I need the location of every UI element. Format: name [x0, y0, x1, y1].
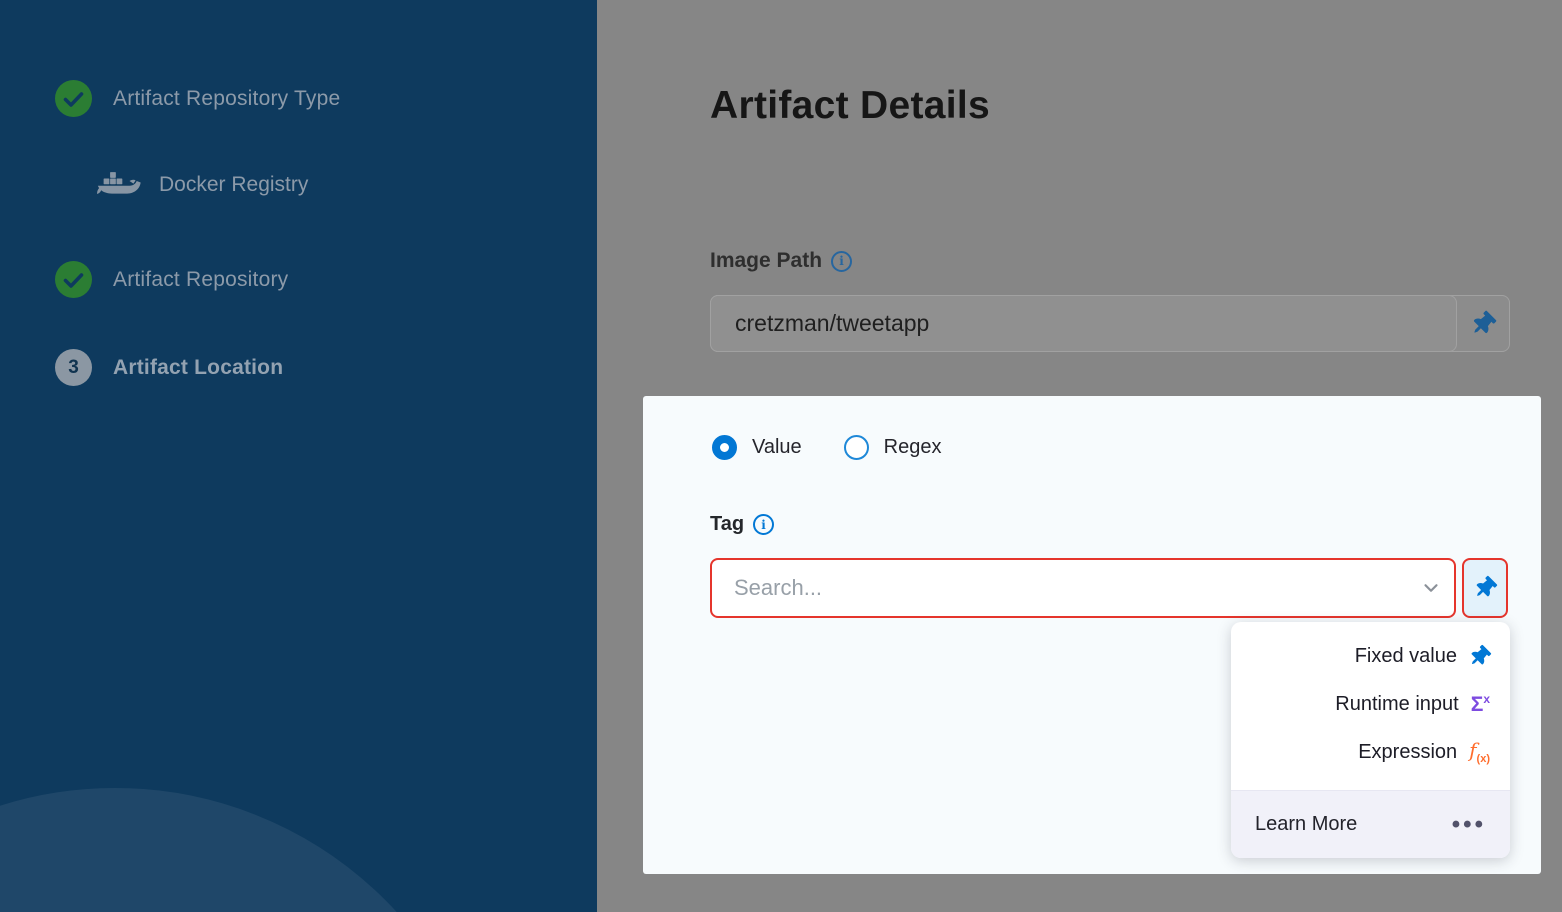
check-circle-icon	[55, 261, 92, 298]
image-path-label-row: Image Path i	[710, 249, 852, 273]
sidebar-item-docker-registry[interactable]: Docker Registry	[95, 166, 308, 204]
learn-more-link[interactable]: Learn More	[1255, 813, 1357, 836]
pin-icon	[1466, 307, 1500, 341]
step-label: Artifact Repository	[113, 268, 288, 292]
value-type-menu: Fixed value Runtime input Σx Expression …	[1231, 622, 1510, 858]
sidebar-step-artifact-repository-type[interactable]: Artifact Repository Type	[55, 80, 340, 117]
image-path-input[interactable]	[710, 295, 1457, 352]
sidebar-step-artifact-location[interactable]: 3 Artifact Location	[55, 349, 283, 386]
ellipsis-icon[interactable]: •••	[1452, 813, 1486, 837]
value-type-menu-footer: Learn More •••	[1231, 790, 1510, 858]
pin-icon	[1465, 641, 1495, 671]
menu-item-label: Expression	[1358, 741, 1457, 764]
page-title: Artifact Details	[710, 84, 990, 128]
radio-unselected-icon	[844, 435, 869, 460]
radio-label: Value	[752, 436, 802, 459]
image-path-label: Image Path	[710, 249, 822, 273]
wizard-sidebar: Artifact Repository Type Docker Registry…	[0, 0, 597, 912]
tag-select-field	[710, 558, 1456, 618]
chevron-down-icon[interactable]	[1408, 577, 1454, 599]
tag-label: Tag	[710, 513, 744, 536]
sidebar-step-artifact-repository[interactable]: Artifact Repository	[55, 261, 288, 298]
step-label: Artifact Repository Type	[113, 87, 340, 111]
menu-item-fixed-value[interactable]: Fixed value	[1231, 632, 1510, 680]
tag-label-row: Tag i	[710, 513, 774, 536]
pin-icon	[1469, 572, 1500, 603]
radio-regex[interactable]: Regex	[844, 435, 942, 460]
value-type-menu-items: Fixed value Runtime input Σx Expression …	[1231, 622, 1510, 782]
tag-search-input[interactable]	[712, 575, 1408, 601]
radio-value[interactable]: Value	[712, 435, 802, 460]
step-label: Artifact Location	[113, 356, 283, 380]
sigma-icon: Σx	[1471, 693, 1490, 715]
tag-type-button[interactable]	[1462, 558, 1508, 618]
radio-label: Regex	[884, 436, 942, 459]
radio-selected-icon	[712, 435, 737, 460]
sidebar-decorative-arc	[0, 788, 497, 912]
menu-item-runtime-input[interactable]: Runtime input Σx	[1231, 680, 1510, 728]
image-path-type-button[interactable]	[1457, 296, 1509, 351]
check-circle-icon	[55, 80, 92, 117]
fx-icon: f(x)	[1469, 740, 1490, 765]
step-number-badge: 3	[55, 349, 92, 386]
tag-type-radio-group: Value Regex	[712, 435, 941, 460]
menu-item-label: Runtime input	[1335, 693, 1458, 716]
artifact-wizard-dialog: Artifact Repository Type Docker Registry…	[0, 0, 1562, 912]
menu-item-expression[interactable]: Expression f(x)	[1231, 728, 1510, 776]
menu-item-label: Fixed value	[1355, 645, 1457, 668]
docker-whale-icon	[95, 166, 141, 204]
info-icon[interactable]: i	[753, 514, 774, 535]
info-icon[interactable]: i	[831, 251, 852, 272]
tag-config-spotlight-panel: Value Regex Tag i	[643, 396, 1541, 874]
image-path-field	[710, 295, 1510, 352]
docker-registry-label: Docker Registry	[159, 173, 308, 197]
